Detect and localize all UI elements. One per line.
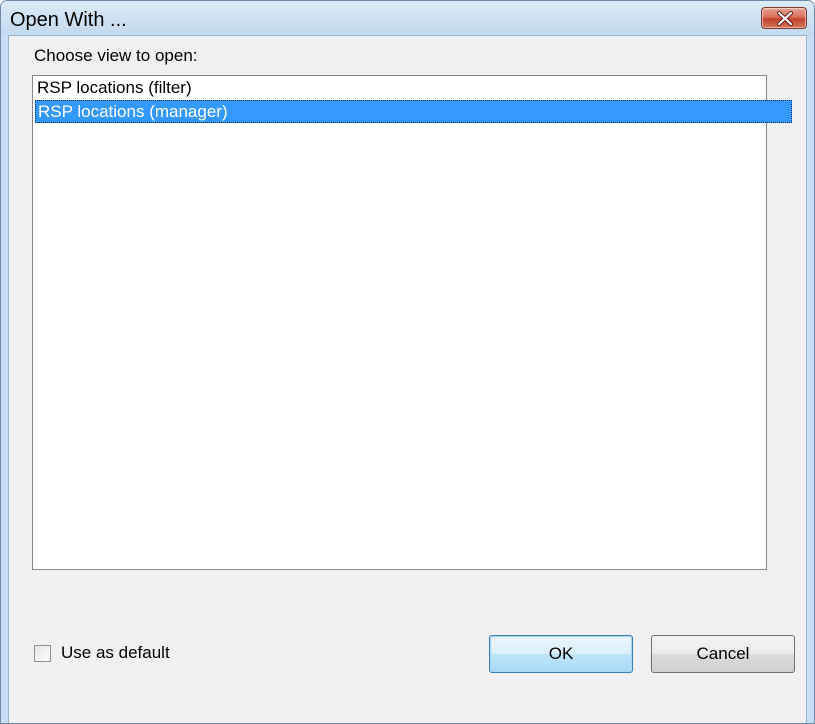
close-icon bbox=[777, 11, 793, 26]
view-listbox[interactable]: RSP locations (filter) RSP locations (ma… bbox=[32, 75, 792, 570]
choose-view-label: Choose view to open: bbox=[34, 46, 198, 65]
cancel-button[interactable]: Cancel bbox=[651, 635, 795, 673]
ok-button[interactable]: OK bbox=[489, 635, 633, 673]
use-as-default-checkbox[interactable] bbox=[34, 644, 51, 662]
open-with-dialog: Open With ... Choose view to open: RSP l… bbox=[0, 0, 815, 724]
list-item-label: RSP locations (manager) bbox=[38, 102, 228, 121]
list-item-selected[interactable]: RSP locations (manager) bbox=[35, 100, 792, 123]
use-as-default-label[interactable]: Use as default bbox=[61, 643, 170, 663]
use-as-default-option[interactable]: Use as default bbox=[34, 641, 170, 665]
window-title: Open With ... bbox=[10, 9, 127, 31]
list-item-label: RSP locations (filter) bbox=[37, 78, 192, 97]
title-bar[interactable]: Open With ... bbox=[1, 1, 814, 35]
list-item[interactable]: RSP locations (filter) bbox=[35, 77, 792, 100]
close-button[interactable] bbox=[761, 7, 807, 29]
